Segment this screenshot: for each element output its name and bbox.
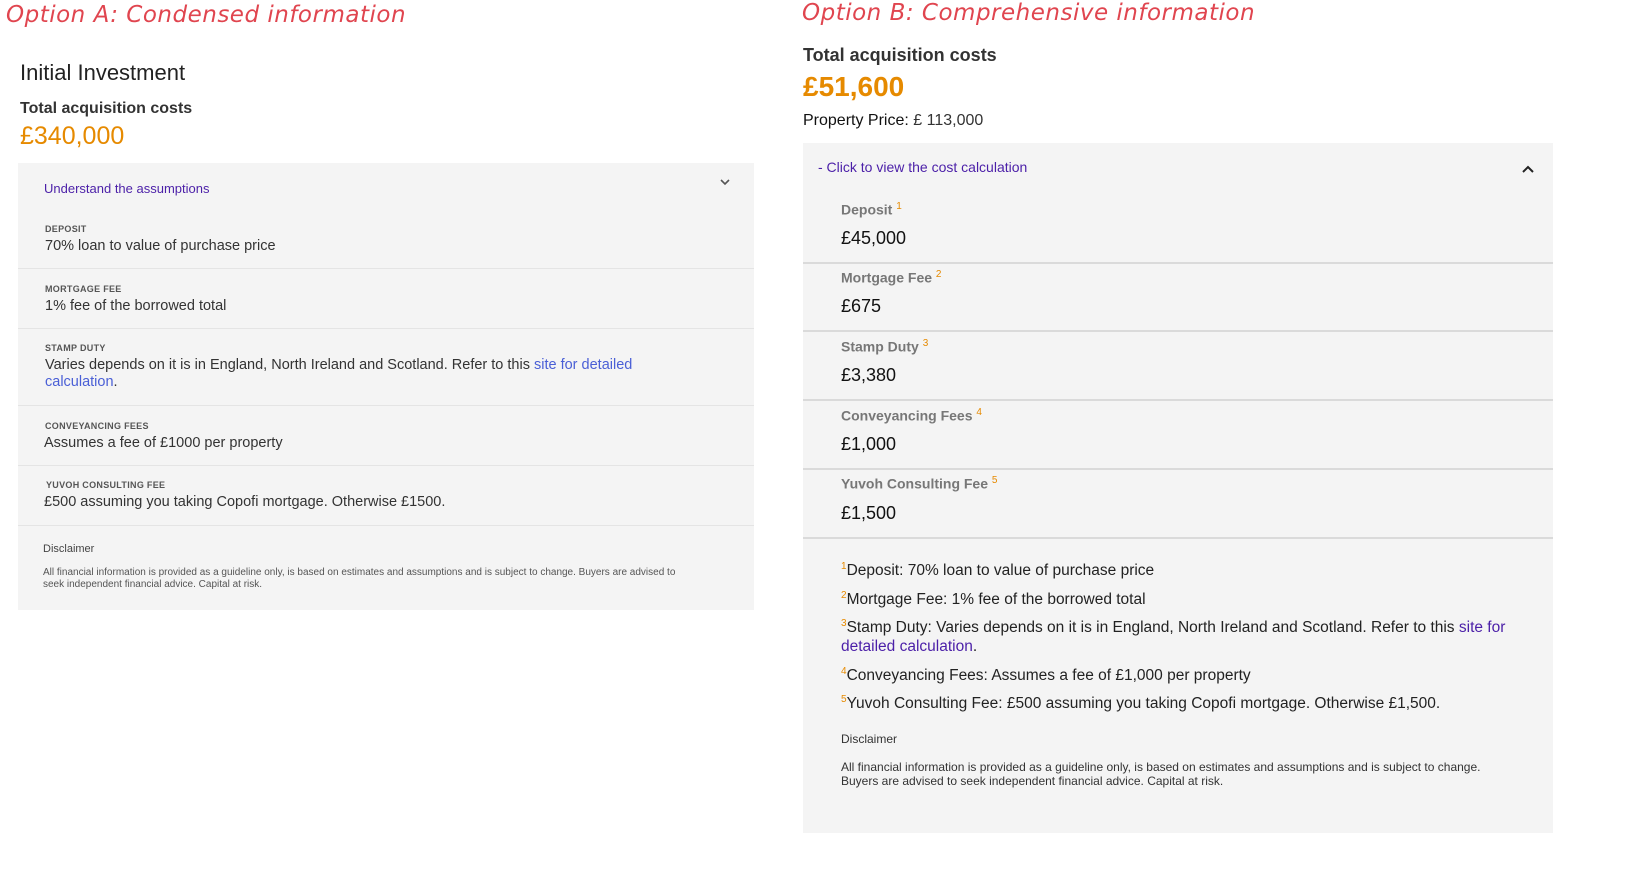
cost-calculation-toggle[interactable]: - Click to view the cost calculation	[818, 159, 1027, 175]
divider	[18, 525, 754, 526]
mortgage-fee-value: £675	[841, 296, 882, 316]
footnote-stamp-duty: 3Stamp Duty: Varies depends on it is in …	[841, 618, 1506, 656]
property-price-value: £ 113,000	[913, 112, 984, 129]
conveyancing-fees-value: £1,000	[841, 434, 897, 454]
consulting-fee-text: £500 assuming you taking Copofi mortgage…	[44, 494, 446, 510]
conveyancing-fees-label: CONVEYANCING FEES	[45, 421, 149, 431]
disclaimer-label: Disclaimer	[841, 732, 898, 746]
divider	[18, 405, 754, 406]
deposit-label: DEPOSIT	[45, 224, 87, 234]
disclaimer-text: All financial information is provided as…	[43, 567, 676, 590]
deposit-label: Deposit 1	[841, 201, 902, 218]
divider	[803, 330, 1553, 332]
consulting-fee-value: £1,500	[841, 503, 897, 523]
disclaimer-text: All financial information is provided as…	[841, 760, 1481, 788]
total-acquisition-label: Total acquisition costs	[803, 45, 997, 65]
consulting-fee-label: Yuvoh Consulting Fee 5	[841, 475, 998, 492]
conveyancing-fees-text: Assumes a fee of £1000 per property	[44, 435, 283, 451]
stamp-duty-value: £3,380	[841, 365, 897, 385]
divider	[18, 465, 754, 466]
divider	[803, 399, 1553, 401]
mortgage-fee-text: 1% fee of the borrowed total	[45, 298, 227, 314]
stamp-duty-label: Stamp Duty 3	[841, 338, 929, 355]
total-acquisition-value: £51,600	[803, 71, 905, 102]
total-acquisition-value: £340,000	[20, 122, 125, 150]
divider	[18, 328, 754, 329]
consulting-fee-label: YUVOH CONSULTING FEE	[46, 480, 166, 490]
chevron-up-icon[interactable]	[1520, 163, 1536, 175]
conveyancing-fees-label: Conveyancing Fees 4	[841, 407, 982, 424]
property-price-label: Property Price:	[803, 112, 909, 129]
footnote-consulting-fee: 5Yuvoh Consulting Fee: £500 assuming you…	[841, 694, 1441, 713]
mortgage-fee-label: Mortgage Fee 2	[841, 269, 942, 286]
divider	[803, 537, 1553, 539]
option-a-title: Option A: Condensed information	[6, 2, 407, 28]
footnote-mortgage-fee: 2Mortgage Fee: 1% fee of the borrowed to…	[841, 590, 1146, 609]
deposit-value: £45,000	[841, 228, 907, 248]
stamp-duty-label: STAMP DUTY	[45, 343, 106, 353]
property-price: Property Price: £ 113,000	[803, 112, 983, 130]
footnote-conveyancing-fees: 4Conveyancing Fees: Assumes a fee of £1,…	[841, 666, 1251, 685]
divider	[18, 268, 754, 269]
option-b-title: Option B: Comprehensive information	[802, 0, 1256, 26]
page-title: Initial Investment	[20, 60, 186, 85]
total-acquisition-label: Total acquisition costs	[20, 100, 193, 117]
chevron-down-icon[interactable]	[718, 176, 732, 188]
divider	[803, 262, 1553, 264]
mortgage-fee-label: MORTGAGE FEE	[45, 284, 122, 294]
stamp-duty-text: Varies depends on it is in England, Nort…	[45, 357, 633, 390]
footnote-deposit: 1Deposit: 70% loan to value of purchase …	[841, 561, 1155, 580]
deposit-text: 70% loan to value of purchase price	[45, 238, 276, 254]
disclaimer-label: Disclaimer	[43, 543, 95, 555]
assumptions-toggle[interactable]: Understand the assumptions	[44, 181, 209, 196]
divider	[803, 468, 1553, 470]
